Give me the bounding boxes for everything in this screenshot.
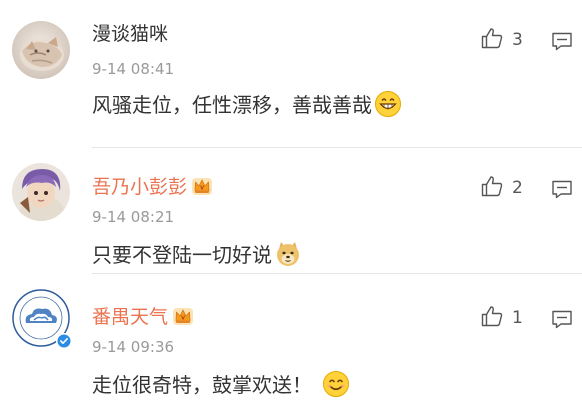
reply-button[interactable] — [550, 307, 574, 331]
username-text[interactable]: 漫谈猫咪 — [92, 23, 168, 45]
comment-text: 只要不登陆一切好说 — [92, 240, 302, 275]
like-button[interactable]: 1 — [480, 306, 523, 330]
avatar[interactable] — [12, 21, 70, 79]
like-button[interactable]: 3 — [480, 28, 523, 52]
comment-item: 吾乃小彭彭 V 9-14 08:21 只要不登陆一切好说 2 — [0, 148, 582, 274]
smiling-face-icon — [322, 370, 350, 405]
username[interactable]: 番禺天气 V — [92, 305, 194, 332]
comment-text: 风骚走位，任性漂移，善哉善哉 — [92, 90, 402, 125]
thumbs-up-icon — [480, 174, 504, 202]
like-count: 3 — [512, 30, 523, 50]
comment-bubble-icon — [550, 180, 574, 205]
svg-text:V: V — [181, 316, 185, 322]
vip-crown-icon: V — [191, 176, 213, 202]
avatar[interactable] — [12, 289, 72, 349]
comment-text: 走位很奇特，鼓掌欢送！ — [92, 370, 350, 405]
username-text[interactable]: 番禺天气 — [92, 306, 168, 328]
timestamp: 9-14 08:21 — [92, 208, 175, 226]
like-count: 1 — [512, 308, 523, 328]
comment-text-body: 风骚走位，任性漂移，善哉善哉 — [92, 93, 372, 117]
timestamp: 9-14 08:41 — [92, 60, 175, 78]
username[interactable]: 吾乃小彭彭 V — [92, 175, 213, 202]
username[interactable]: 漫谈猫咪 — [92, 22, 168, 46]
comment-item: 番禺天气 V 9-14 09:36 走位很奇特，鼓掌欢送！ 1 — [0, 274, 582, 410]
comment-item: 漫谈猫咪 9-14 08:41 风骚走位，任性漂移，善哉善哉 3 — [0, 0, 582, 148]
comment-bubble-icon — [550, 32, 574, 57]
verified-badge-icon — [56, 333, 72, 349]
avatar[interactable] — [12, 163, 70, 221]
comment-text-body: 只要不登陆一切好说 — [92, 243, 272, 267]
thumbs-up-icon — [480, 26, 504, 54]
svg-text:V: V — [200, 186, 204, 192]
reply-button[interactable] — [550, 177, 574, 201]
vip-crown-icon: V — [172, 306, 194, 332]
comment-text-body: 走位很奇特，鼓掌欢送！ — [92, 373, 312, 397]
like-button[interactable]: 2 — [480, 176, 523, 200]
doge-face-icon — [274, 240, 302, 275]
reply-button[interactable] — [550, 29, 574, 53]
timestamp: 9-14 09:36 — [92, 338, 175, 356]
like-count: 2 — [512, 178, 523, 198]
thumbs-up-icon — [480, 304, 504, 332]
grinning-face-icon — [374, 90, 402, 125]
comment-bubble-icon — [550, 310, 574, 335]
username-text[interactable]: 吾乃小彭彭 — [92, 176, 187, 198]
